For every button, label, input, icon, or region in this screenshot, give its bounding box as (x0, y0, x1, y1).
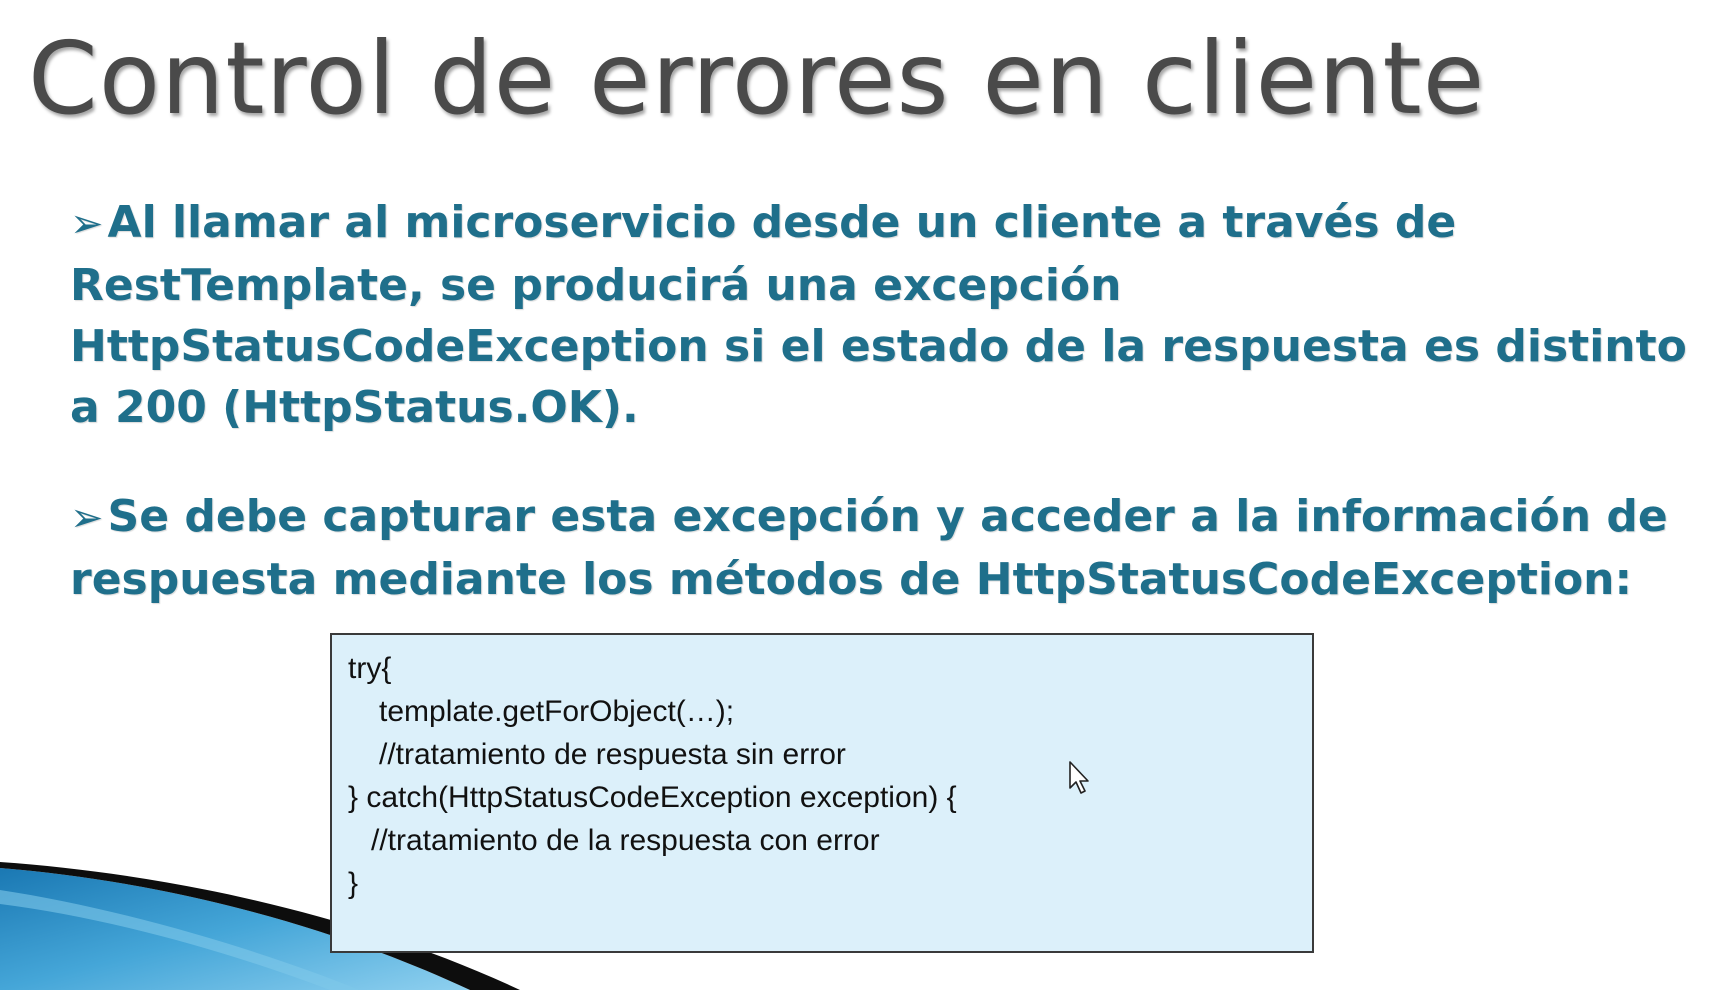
code-line: //tratamiento de la respuesta con error (371, 824, 880, 857)
bullet-item: ➢Al llamar al microservicio desde un cli… (70, 192, 1700, 438)
slide: Control de errores en cliente ➢Al llamar… (0, 0, 1723, 990)
bullet-text: Al llamar al microservicio desde un clie… (70, 197, 1687, 433)
code-line: } (348, 867, 359, 900)
code-line: template.getForObject(…); (379, 695, 735, 728)
code-box: try{ template.getForObject(…); //tratami… (330, 633, 1314, 953)
slide-title: Control de errores en cliente (28, 20, 1486, 137)
code-line: //tratamiento de respuesta sin error (379, 738, 846, 771)
arrow-bullet-icon: ➢ (70, 495, 104, 541)
code-line: try{ (348, 652, 392, 685)
arrow-bullet-icon: ➢ (70, 201, 104, 247)
bullet-item: ➢Se debe capturar esta excepción y acced… (70, 486, 1700, 610)
bullet-text: Se debe capturar esta excepción y accede… (70, 491, 1668, 605)
mouse-pointer-icon (1069, 761, 1089, 794)
code-line: } catch(HttpStatusCodeException exceptio… (348, 781, 957, 814)
bullet-list: ➢Al llamar al microservicio desde un cli… (70, 192, 1700, 658)
